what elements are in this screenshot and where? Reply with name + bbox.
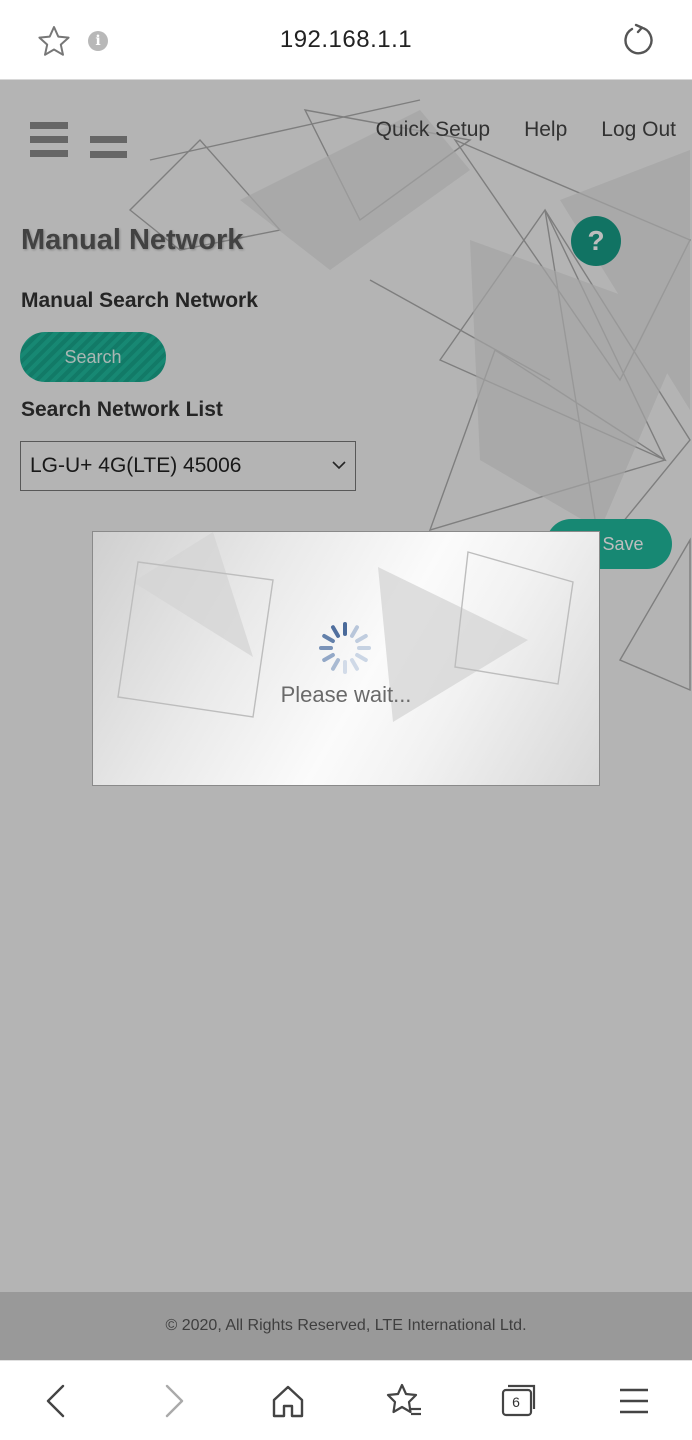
browser-address-bar: i 192.168.1.1 bbox=[0, 0, 692, 80]
loading-dialog: Please wait... bbox=[92, 531, 600, 786]
menu-icon[interactable] bbox=[614, 1381, 654, 1421]
back-icon[interactable] bbox=[36, 1381, 76, 1421]
reload-icon[interactable] bbox=[620, 22, 656, 58]
forward-icon[interactable] bbox=[154, 1381, 194, 1421]
url-text[interactable]: 192.168.1.1 bbox=[0, 26, 692, 54]
home-icon[interactable] bbox=[268, 1381, 308, 1421]
loading-message: Please wait... bbox=[280, 682, 412, 707]
loading-spinner-icon bbox=[319, 622, 371, 674]
browser-bottom-bar: 6 bbox=[0, 1360, 692, 1440]
tab-count: 6 bbox=[512, 1394, 520, 1410]
bookmarks-icon[interactable] bbox=[384, 1381, 424, 1421]
tabs-button[interactable]: 6 bbox=[498, 1381, 538, 1421]
